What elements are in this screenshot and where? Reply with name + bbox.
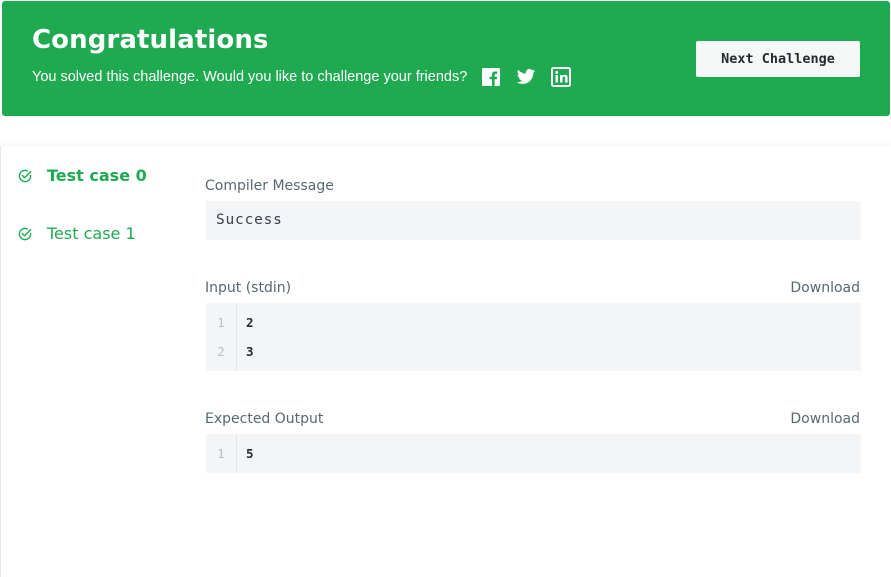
compiler-message-text: Success — [216, 212, 283, 228]
code-line: 1 5 — [206, 439, 861, 468]
code-line: 2 3 — [206, 337, 861, 366]
compiler-message-box: Success — [206, 201, 861, 240]
line-value: 5 — [246, 446, 254, 461]
line-number: 1 — [217, 315, 225, 330]
success-banner: Congratulations You solved this challeng… — [2, 1, 890, 116]
compiler-message-label: Compiler Message — [205, 178, 334, 194]
linkedin-icon[interactable] — [551, 67, 571, 87]
input-download-link[interactable]: Download — [790, 280, 860, 296]
banner-title: Congratulations — [32, 25, 269, 55]
check-circle-icon — [17, 226, 33, 242]
input-label: Input (stdin) — [205, 280, 292, 296]
expected-output-label: Expected Output — [205, 411, 324, 427]
facebook-icon[interactable] — [481, 67, 501, 87]
check-circle-icon — [17, 168, 33, 184]
expected-output-code-box: 1 5 — [206, 434, 861, 473]
next-challenge-button[interactable]: Next Challenge — [696, 41, 860, 77]
test-case-label: Test case 0 — [47, 166, 147, 185]
line-number: 2 — [217, 344, 225, 359]
code-line: 1 2 — [206, 308, 861, 337]
expected-output-download-link[interactable]: Download — [790, 411, 860, 427]
test-case-1-tab[interactable]: Test case 1 — [17, 224, 136, 243]
line-number: 1 — [217, 446, 225, 461]
test-case-label: Test case 1 — [47, 224, 136, 243]
test-case-0-tab[interactable]: Test case 0 — [17, 166, 147, 185]
line-value: 2 — [246, 315, 254, 330]
line-value: 3 — [246, 344, 254, 359]
twitter-icon[interactable] — [516, 67, 536, 87]
input-code-box: 1 2 2 3 — [206, 303, 861, 371]
banner-subtitle: You solved this challenge. Would you lik… — [32, 69, 468, 85]
